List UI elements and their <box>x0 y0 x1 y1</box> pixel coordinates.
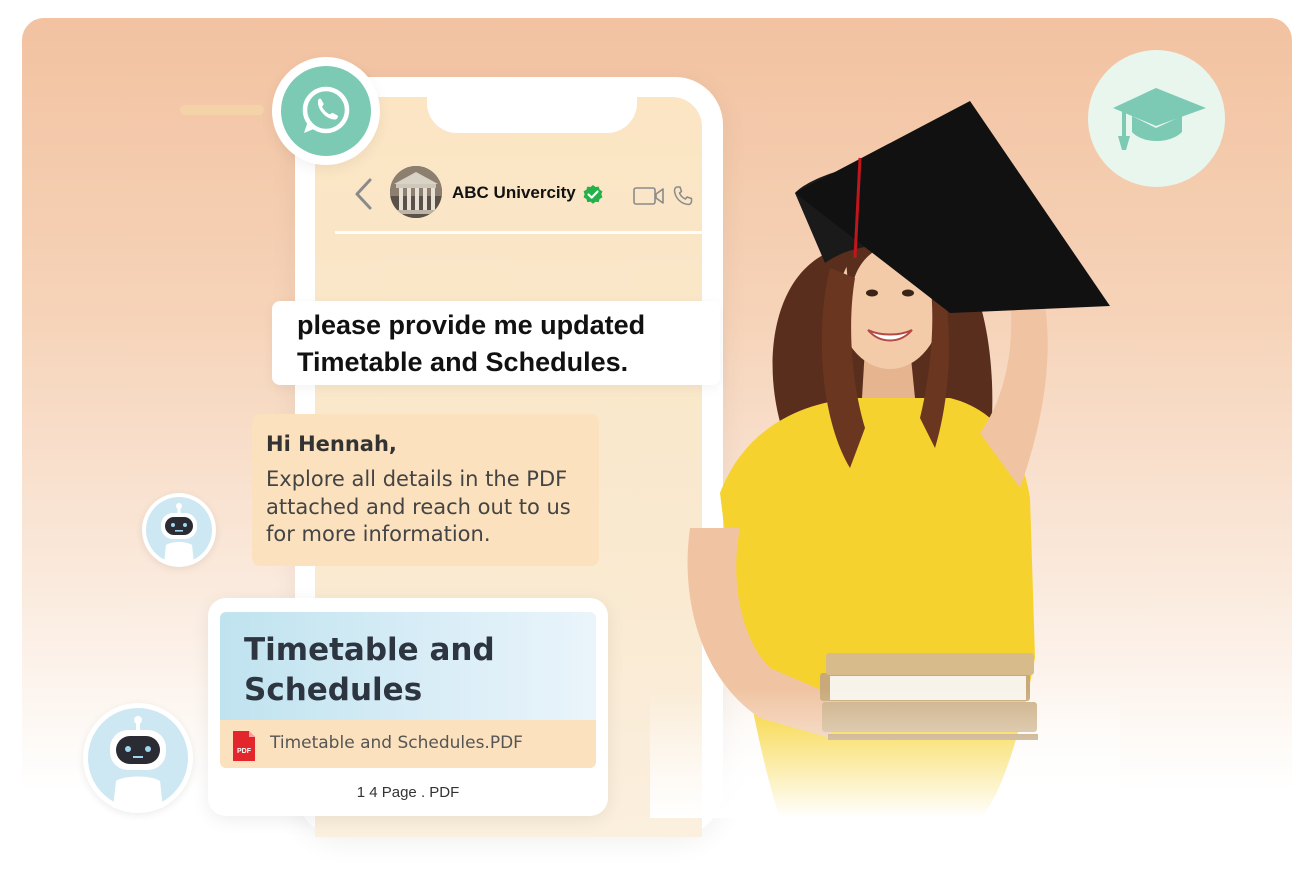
chatbot-avatar-icon <box>88 708 188 808</box>
contact-name[interactable]: ABC Univercity <box>452 183 576 203</box>
bot-greeting: Hi Hennah, <box>266 432 397 456</box>
pdf-icon-label: PDF <box>237 748 252 755</box>
pdf-preview-title: Timetable and Schedules <box>244 632 495 708</box>
pdf-attachment-card[interactable]: Timetable and Schedules PDF Timetable an… <box>208 598 608 816</box>
phone-speaker <box>180 105 264 115</box>
verified-check-icon <box>583 185 603 204</box>
contact-avatar[interactable] <box>390 166 442 218</box>
whatsapp-badge <box>272 57 380 165</box>
chatbot-avatar-small <box>142 493 216 567</box>
back-arrow-icon[interactable] <box>352 176 374 212</box>
pdf-preview[interactable]: Timetable and Schedules <box>220 612 596 720</box>
bot-message-bubble: Hi Hennah, Explore all details in the PD… <box>252 414 599 566</box>
pdf-file-row[interactable]: PDF Timetable and Schedules.PDF <box>220 720 596 768</box>
phone-notch <box>427 97 637 133</box>
pdf-file-icon: PDF <box>233 731 255 761</box>
chatbot-avatar-large <box>83 703 193 813</box>
whatsapp-icon <box>302 86 350 134</box>
chatbot-avatar-icon <box>146 497 212 563</box>
bot-message-text: Explore all details in the PDF attached … <box>266 467 571 546</box>
pdf-filename[interactable]: Timetable and Schedules.PDF <box>270 733 523 753</box>
graduate-woman-illustration <box>650 98 1120 818</box>
pdf-meta: 1 4 Page . PDF <box>356 784 460 801</box>
